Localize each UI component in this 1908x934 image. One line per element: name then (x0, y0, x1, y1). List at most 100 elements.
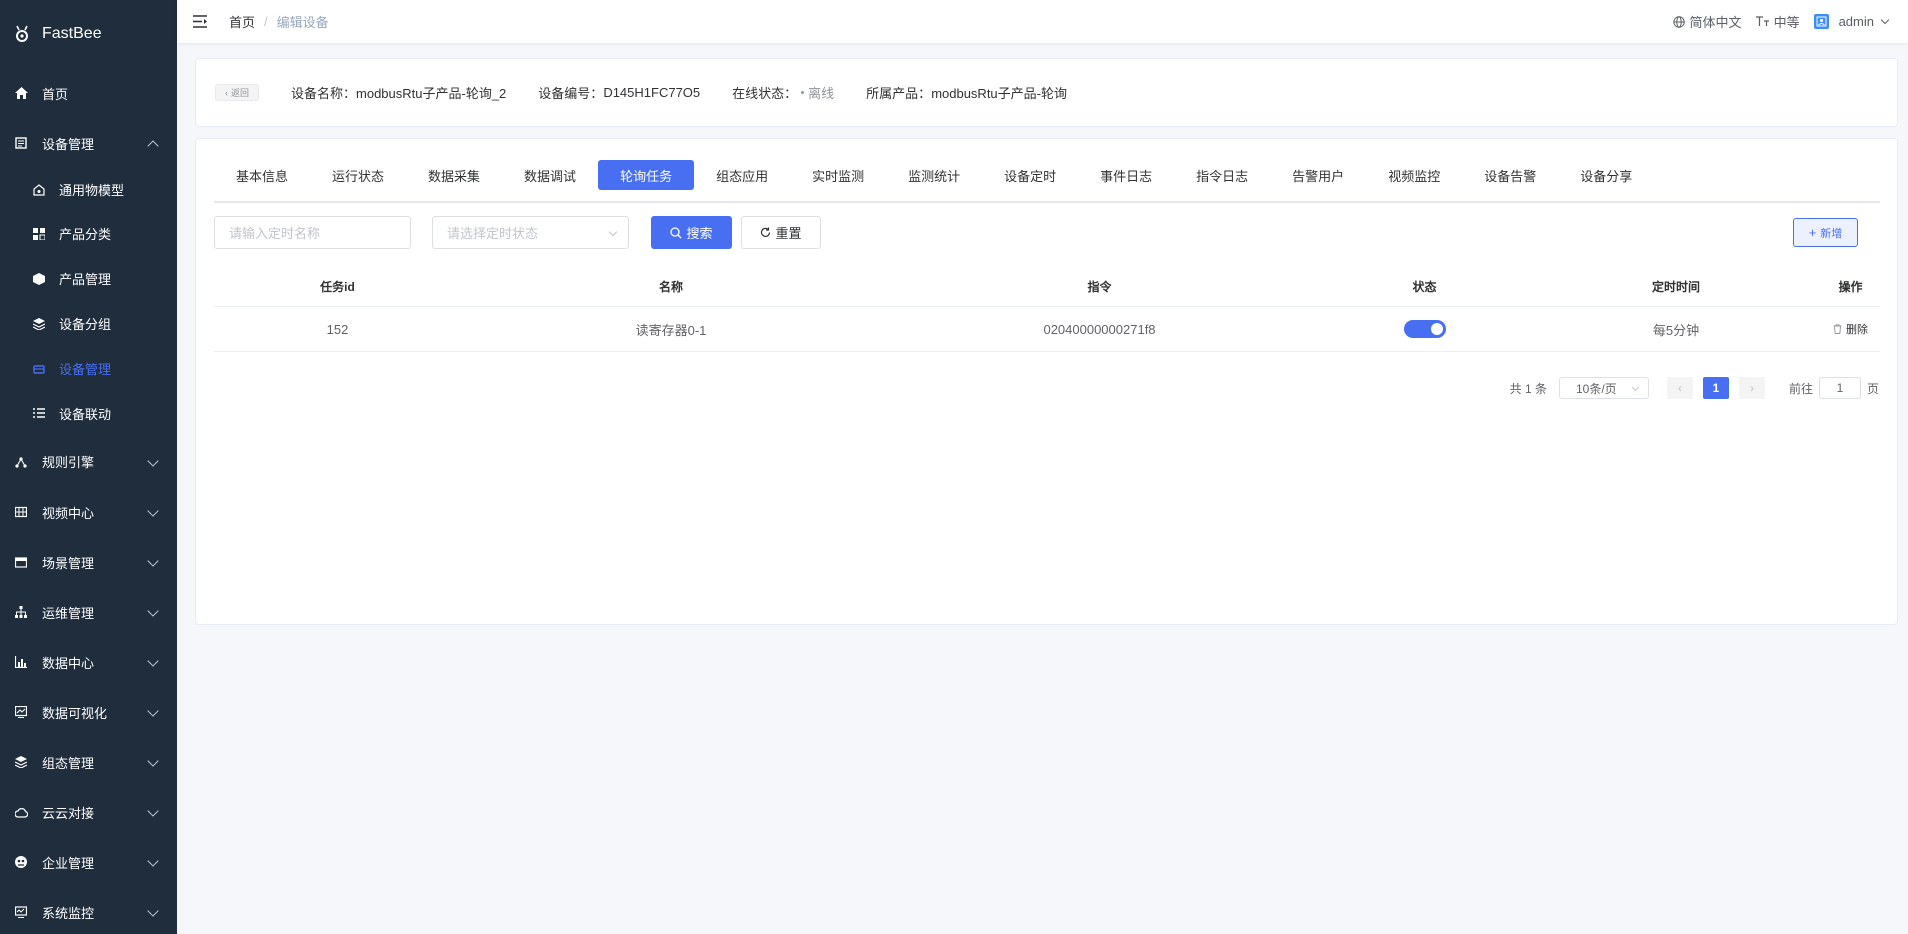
video-icon (14, 505, 28, 519)
language-label: 简体中文 (1689, 15, 1742, 30)
tab-device-timer[interactable]: 设备定时 (982, 160, 1078, 190)
tab-realtime-monitor[interactable]: 实时监测 (790, 160, 886, 190)
monitor-icon (14, 905, 28, 919)
sidebar-item-label: 设备联动 (59, 407, 112, 422)
sidebar-item-product-category[interactable]: 产品分类 (0, 211, 177, 256)
sidebar-item-data-visualization[interactable]: 数据可视化 (0, 687, 177, 737)
search-button[interactable]: 搜索 (651, 216, 732, 249)
sidebar-item-thing-model[interactable]: 通用物模型 (0, 168, 177, 211)
tab-data-debug[interactable]: 数据调试 (502, 160, 598, 190)
tab-event-log[interactable]: 事件日志 (1078, 160, 1174, 190)
column-header-status[interactable]: 状态 (1318, 278, 1531, 295)
ops-icon (14, 605, 28, 619)
device-icon (14, 136, 28, 150)
tab-data-collection[interactable]: 数据采集 (406, 160, 502, 190)
rule-icon (14, 455, 28, 469)
sidebar-item-ops-management[interactable]: 运维管理 (0, 587, 177, 637)
pagination: 共 1 条 10条/页 ‹ 1 › 前往 1 页 (1510, 376, 1879, 400)
logo[interactable]: FastBee (0, 0, 177, 68)
sidebar-item-system-monitor[interactable]: 系统监控 (0, 887, 177, 934)
sidebar-item-video-center[interactable]: 视频中心 (0, 487, 177, 537)
delete-button[interactable]: 删除 (1833, 321, 1868, 337)
sidebar-item-rule-engine[interactable]: 规则引擎 (0, 436, 177, 487)
sidebar-item-label: 组态管理 (42, 755, 95, 771)
sidebar-item-enterprise-management[interactable]: 企业管理 (0, 837, 177, 887)
tab-basic-info[interactable]: 基本信息 (214, 160, 310, 190)
timer-status-select[interactable]: 请选择定时状态 (432, 216, 629, 249)
sidebar-item-label: 运维管理 (42, 605, 95, 621)
status-toggle[interactable] (1403, 320, 1446, 338)
goto-suffix: 页 (1866, 381, 1879, 396)
reset-label: 重置 (775, 226, 802, 241)
goto-prefix: 前往 (1788, 381, 1813, 396)
sidebar-item-label: 企业管理 (42, 855, 95, 871)
cell-task-id: 152 (326, 321, 349, 337)
tab-alert-users[interactable]: 告警用户 (1270, 160, 1366, 190)
language-switcher[interactable]: 简体中文 (1672, 12, 1742, 31)
column-header-command[interactable]: 指令 (881, 278, 1318, 295)
column-header-name[interactable]: 名称 (461, 278, 881, 295)
search-label: 搜索 (686, 226, 713, 241)
sidebar-item-device-management[interactable]: 设备管理 (0, 118, 177, 168)
data-icon (14, 655, 28, 669)
back-button[interactable]: ‹ 返回 (215, 84, 259, 101)
tab-running-status[interactable]: 运行状态 (310, 160, 406, 190)
device-name-value: modbusRtu子产品-轮询_2 (356, 86, 507, 101)
font-size-icon (1755, 16, 1769, 27)
cloud-icon (14, 805, 28, 819)
column-header-schedule[interactable]: 定时时间 (1531, 278, 1821, 295)
sidebar-item-scene-management[interactable]: 场景管理 (0, 537, 177, 587)
sidebar-item-label: 设备管理 (42, 136, 95, 152)
group-icon (33, 317, 45, 330)
page-size-select[interactable]: 10条/页 (1558, 377, 1649, 399)
reset-button[interactable]: 重置 (741, 216, 821, 249)
device-product-field: 所属产品： modbusRtu子产品-轮询 (866, 83, 1067, 102)
device-manage-icon (33, 363, 45, 375)
goto-page-input[interactable]: 1 (1818, 377, 1861, 399)
user-menu[interactable]: admin (1813, 14, 1908, 29)
breadcrumb-home[interactable]: 首页 (229, 12, 255, 31)
tab-command-log[interactable]: 指令日志 (1174, 160, 1270, 190)
breadcrumb-current: 编辑设备 (276, 15, 329, 30)
chevron-down-icon (147, 655, 159, 667)
device-status-label: 在线状态： (732, 86, 798, 101)
sidebar-item-config-management[interactable]: 组态管理 (0, 737, 177, 787)
sidebar-item-cloud-docking[interactable]: 云云对接 (0, 787, 177, 837)
chevron-down-icon (147, 555, 159, 567)
chevron-down-icon (1880, 15, 1890, 25)
cell-schedule: 每5分钟 (1652, 322, 1700, 338)
tab-config-app[interactable]: 组态应用 (694, 160, 790, 190)
tab-device-share[interactable]: 设备分享 (1558, 160, 1654, 190)
sidebar-item-label: 产品分类 (59, 227, 112, 242)
sidebar-item-device-linkage[interactable]: 设备联动 (0, 391, 177, 436)
chevron-down-icon (147, 505, 159, 517)
prev-page-button[interactable]: ‹ (1666, 377, 1693, 399)
hamburger-icon[interactable] (193, 15, 209, 29)
column-header-action[interactable]: 操作 (1821, 278, 1880, 295)
sidebar-item-data-center[interactable]: 数据中心 (0, 637, 177, 687)
chevron-down-icon (147, 705, 159, 717)
tab-polling-task[interactable]: 轮询任务 (598, 160, 695, 190)
polling-task-table: 任务id 名称 指令 状态 定时时间 操作 152 读寄存器0-1 020400… (214, 266, 1880, 352)
device-serial-label: 设备编号： (538, 86, 604, 101)
tab-video-monitor[interactable]: 视频监控 (1366, 160, 1462, 190)
sidebar-item-device-group[interactable]: 设备分组 (0, 301, 177, 346)
device-tabs: 基本信息 运行状态 数据采集 数据调试 轮询任务 组态应用 实时监测 监测统计 … (214, 139, 1880, 203)
next-page-button[interactable]: › (1738, 377, 1765, 399)
column-header-task-id[interactable]: 任务id (214, 278, 461, 295)
tab-monitor-stats[interactable]: 监测统计 (886, 160, 982, 190)
sidebar-item-device-manage[interactable]: 设备管理 (0, 346, 177, 391)
timer-name-input[interactable]: 请输入定时名称 (214, 216, 411, 249)
table-body: 152 读寄存器0-1 02040000000271f8 每5分钟 删除 (214, 307, 1880, 352)
tab-device-alerts[interactable]: 设备告警 (1462, 160, 1558, 190)
chevron-down-icon (147, 905, 159, 917)
sidebar-item-home[interactable]: 首页 (0, 68, 177, 118)
add-button[interactable]: + 新增 (1793, 218, 1858, 247)
linkage-icon (33, 407, 45, 420)
font-size-switcher[interactable]: 中等 (1755, 12, 1800, 31)
sidebar-item-product-management[interactable]: 产品管理 (0, 256, 177, 301)
top-navbar: 首页 / 编辑设备 简体中文 中等 admin (177, 0, 1908, 43)
page-number-current[interactable]: 1 (1702, 377, 1729, 399)
search-icon (670, 226, 682, 239)
scene-icon (14, 555, 28, 569)
